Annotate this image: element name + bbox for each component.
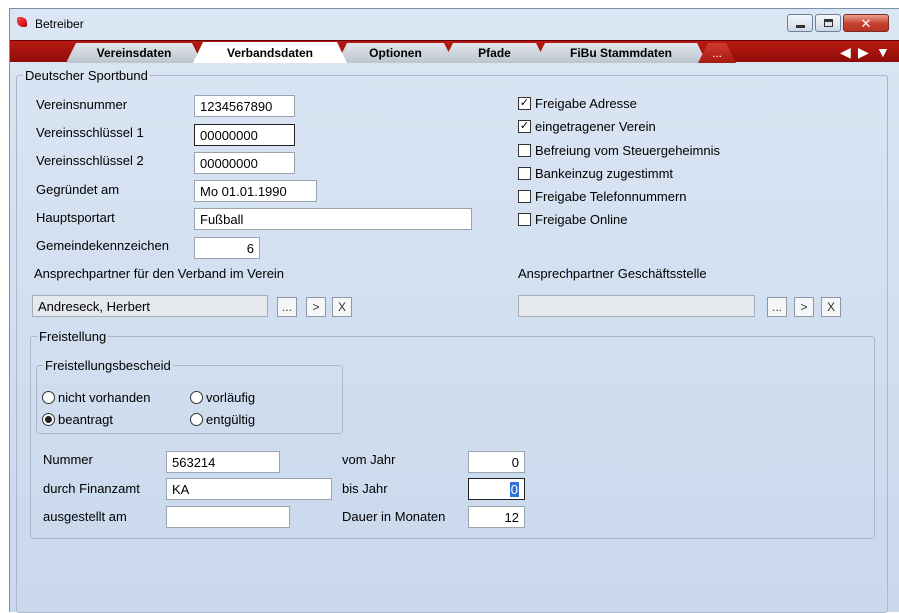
radio-nicht-vorhanden[interactable]: nicht vorhanden [42, 390, 151, 405]
tab-bar: Vereinsdaten Optionen Pfade FiBu Stammda… [10, 40, 899, 62]
nummer-label: Nummer [43, 452, 93, 467]
checkbox-mark-icon [518, 190, 531, 203]
tab-more[interactable]: ... [698, 43, 736, 63]
tab-pfade[interactable]: Pfade [443, 43, 546, 63]
radio-label: nicht vorhanden [58, 390, 151, 405]
minimize-button[interactable] [787, 14, 813, 32]
ansprechpartner-verein-field[interactable]: Andreseck, Herbert [32, 295, 268, 317]
checkbox-label: Bankeinzug zugestimmt [535, 166, 674, 181]
radio-label: beantragt [58, 412, 113, 427]
tab-scroll-left-icon[interactable]: ◀ [840, 44, 851, 60]
vereinsschluessel-2-field[interactable]: 00000000 [194, 152, 295, 174]
radio-circle-icon [42, 413, 55, 426]
checkbox-mark-icon: ✓ [518, 120, 531, 133]
bankeinzug-checkbox[interactable]: Bankeinzug zugestimmt [518, 166, 673, 181]
finanzamt-label: durch Finanzamt [43, 481, 140, 496]
ansprechpartner-gs-label: Ansprechpartner Geschäftsstelle [518, 266, 707, 281]
hauptsportart-label: Hauptsportart [36, 210, 115, 225]
ansprechpartner-verein-clear-button[interactable]: X [332, 297, 352, 317]
tab-verbandsdaten[interactable]: Verbandsdaten [193, 42, 347, 63]
eingetragener-verein-checkbox[interactable]: ✓ eingetragener Verein [518, 119, 656, 134]
radio-entgueltig[interactable]: entgültig [190, 412, 255, 427]
ansprechpartner-gs-field[interactable] [518, 295, 755, 317]
checkbox-label: Freigabe Online [535, 212, 628, 227]
ansprechpartner-verein-browse-button[interactable]: ... [277, 297, 297, 317]
ausgestellt-label: ausgestellt am [43, 509, 127, 524]
bis-jahr-field[interactable]: 0 [468, 478, 525, 500]
group-title: Deutscher Sportbund [25, 68, 148, 83]
vereinsschluessel-1-field[interactable]: 00000000 [194, 124, 295, 146]
ansprechpartner-verein-label: Ansprechpartner für den Verband im Verei… [34, 266, 285, 281]
finanzamt-field[interactable]: KA [166, 478, 332, 500]
gegruendet-field[interactable]: Mo 01.01.1990 [194, 180, 317, 202]
close-icon: ✕ [860, 15, 872, 31]
vereinsschluessel-1-label: Vereinsschlüssel 1 [36, 125, 144, 140]
dauer-label: Dauer in Monaten [342, 509, 446, 524]
checkbox-mark-icon: ✓ [518, 97, 531, 110]
app-icon [17, 17, 27, 27]
group-title: Freistellungsbescheid [45, 358, 171, 373]
hauptsportart-field[interactable]: Fußball [194, 208, 472, 230]
checkbox-label: Befreiung vom Steuergeheimnis [535, 143, 720, 158]
tab-fibu-stammdaten[interactable]: FiBu Stammdaten [535, 43, 707, 63]
checkbox-mark-icon [518, 213, 531, 226]
dauer-field[interactable]: 12 [468, 506, 525, 528]
radio-circle-icon [42, 391, 55, 404]
freigabe-adresse-checkbox[interactable]: ✓ Freigabe Adresse [518, 96, 637, 111]
vereinsschluessel-2-label: Vereinsschlüssel 2 [36, 153, 144, 168]
nummer-field[interactable]: 563214 [166, 451, 280, 473]
checkbox-label: Freigabe Adresse [535, 96, 637, 111]
ausgestellt-field[interactable] [166, 506, 290, 528]
radio-circle-icon [190, 413, 203, 426]
radio-label: vorläufig [206, 390, 256, 405]
maximize-icon [823, 19, 833, 27]
freigabe-online-checkbox[interactable]: Freigabe Online [518, 212, 628, 227]
tab-optionen[interactable]: Optionen [337, 43, 454, 63]
minimize-icon [795, 24, 805, 28]
tab-vereinsdaten[interactable]: Vereinsdaten [66, 43, 202, 63]
vereinsnummer-label: Vereinsnummer [36, 97, 128, 112]
tab-content: Deutscher Sportbund Vereinsnummer 123456… [10, 62, 899, 613]
betreiber-window: Betreiber ✕ Vereinsdaten Optionen Pfade … [9, 8, 899, 613]
ansprechpartner-gs-open-button[interactable]: > [794, 297, 814, 317]
tab-scroll-right-icon[interactable]: ▶ [858, 44, 869, 60]
befreiung-steuergeheimnis-checkbox[interactable]: Befreiung vom Steuergeheimnis [518, 143, 720, 158]
checkbox-label: eingetragener Verein [535, 119, 656, 134]
vereinsnummer-field[interactable]: 1234567890 [194, 95, 295, 117]
window-title: Betreiber [35, 17, 84, 31]
radio-vorlaeufig[interactable]: vorläufig [190, 390, 255, 405]
tab-list-down-icon[interactable]: ▼ [876, 44, 890, 60]
radio-circle-icon [190, 391, 203, 404]
checkbox-mark-icon [518, 144, 531, 157]
vom-jahr-label: vom Jahr [342, 452, 396, 467]
checkbox-label: Freigabe Telefonnummern [535, 189, 687, 204]
vom-jahr-field[interactable]: 0 [468, 451, 525, 473]
bis-jahr-label: bis Jahr [342, 481, 388, 496]
radio-label: entgültig [206, 412, 256, 427]
title-bar[interactable]: Betreiber ✕ [10, 9, 899, 40]
freigabe-telefonnummern-checkbox[interactable]: Freigabe Telefonnummern [518, 189, 687, 204]
close-button[interactable]: ✕ [843, 14, 889, 32]
gegruendet-label: Gegründet am [36, 182, 120, 197]
gemeindekennzeichen-label: Gemeindekennzeichen [36, 238, 169, 253]
gemeindekennzeichen-field[interactable]: 6 [194, 237, 260, 259]
maximize-button[interactable] [815, 14, 841, 32]
ansprechpartner-gs-browse-button[interactable]: ... [767, 297, 787, 317]
checkbox-mark-icon [518, 167, 531, 180]
radio-beantragt[interactable]: beantragt [42, 412, 113, 427]
ansprechpartner-verein-open-button[interactable]: > [306, 297, 326, 317]
bis-jahr-selected-text: 0 [509, 482, 519, 497]
group-title: Freistellung [39, 329, 107, 344]
ansprechpartner-gs-clear-button[interactable]: X [821, 297, 841, 317]
